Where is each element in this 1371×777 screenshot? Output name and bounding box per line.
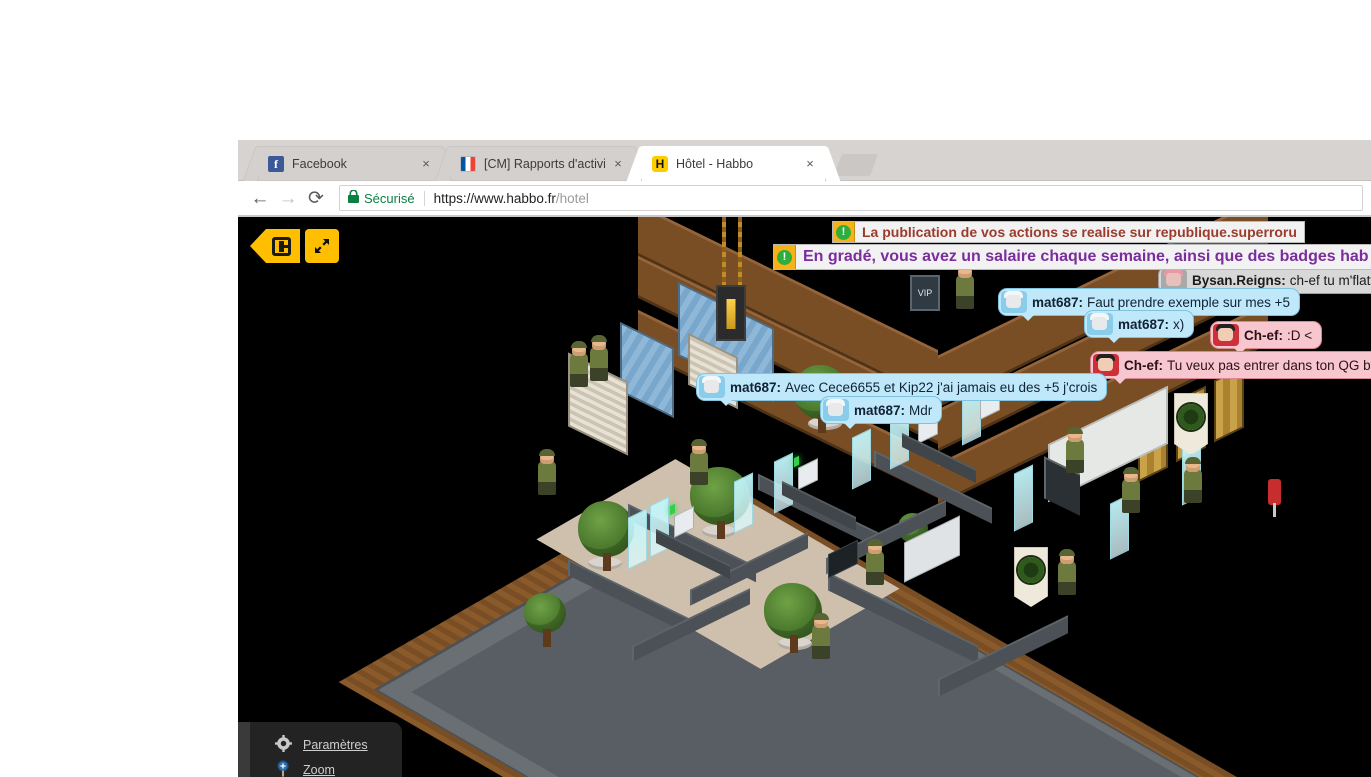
chat-username: mat687:	[730, 379, 782, 395]
avatar[interactable]	[1184, 457, 1202, 503]
browser-tab-strip: f Facebook × [CM] Rapports d'activités ×…	[238, 140, 1371, 181]
chat-message: Mdr	[909, 402, 933, 418]
chat-message: Tu veux pas entrer dans ton QG bysan	[1167, 357, 1371, 373]
chandelier-chain	[722, 217, 726, 287]
avatar[interactable]	[590, 335, 608, 381]
chat-username: Ch-ef:	[1244, 327, 1283, 343]
glass-divider	[650, 496, 669, 558]
avatar[interactable]	[1066, 427, 1084, 473]
tab-close-button[interactable]: ×	[609, 155, 627, 173]
computer-monitor	[798, 458, 818, 490]
chat-bubble[interactable]: mat687: Mdr	[820, 396, 943, 429]
avatar[interactable]	[956, 263, 974, 309]
avatar[interactable]	[1122, 467, 1140, 513]
habbo-room-controls	[250, 229, 339, 263]
chat-username: mat687:	[854, 402, 906, 418]
chat-message: ch-ef tu m'flatte	[1289, 272, 1371, 288]
orange-tree	[578, 501, 634, 571]
chat-message: x)	[1173, 316, 1185, 332]
habbo-h-icon	[271, 236, 291, 256]
room-notification-2: ! En gradé, vous avez un salaire chaque …	[773, 244, 1371, 270]
lock-icon	[348, 189, 359, 206]
tab-close-button[interactable]: ×	[417, 155, 435, 173]
menu-collapse-handle[interactable]: ‹	[238, 722, 250, 777]
clan-emblem	[1178, 403, 1204, 430]
menu-item-zoom[interactable]: Zoom	[250, 757, 402, 777]
habbo-icon: H	[652, 155, 668, 172]
chat-avatar	[1213, 324, 1239, 346]
glass-divider	[734, 472, 753, 534]
chat-message: Avec Cece6655 et Kip22 j'ai jamais eu de…	[785, 379, 1098, 395]
magnifier-plus-icon	[272, 759, 294, 777]
new-tab-button[interactable]	[833, 154, 879, 176]
browser-tab-habbo[interactable]: H Hôtel - Habbo ×	[642, 146, 825, 181]
expand-arrows-icon	[315, 239, 329, 253]
browser-toolbar: ← → ⟳ Sécurisé https://www.habbo.fr/hote…	[238, 181, 1371, 217]
chat-avatar	[1001, 291, 1027, 313]
french-flag-icon	[460, 155, 476, 172]
alert-icon: !	[774, 245, 796, 269]
lock-glyph	[348, 189, 359, 203]
chat-username: mat687:	[1118, 316, 1170, 332]
chat-username: mat687:	[1032, 294, 1084, 310]
url-path: /hotel	[555, 190, 589, 206]
forward-button[interactable]: →	[274, 184, 302, 212]
chat-username: Ch-ef:	[1124, 357, 1163, 373]
glass-divider	[628, 508, 647, 570]
habbo-game-viewport[interactable]: VIP ! La publication de vos actions se r…	[238, 217, 1371, 777]
trophy-display	[716, 285, 746, 341]
clan-banner	[1174, 393, 1208, 455]
url-text: https://www.habbo.fr	[433, 190, 556, 206]
menu-item-label: Paramètres	[303, 737, 368, 752]
tab-title: [CM] Rapports d'activités	[484, 156, 605, 171]
address-bar[interactable]: Sécurisé https://www.habbo.fr/hotel	[339, 185, 1363, 211]
alert-icon: !	[833, 222, 855, 242]
avatar[interactable]	[690, 439, 708, 485]
chat-bubble[interactable]: mat687: x)	[1084, 310, 1195, 343]
reload-button[interactable]: ⟳	[302, 184, 330, 212]
room-context-menu: Paramètres Zoom	[250, 722, 402, 777]
avatar[interactable]	[538, 449, 556, 495]
menu-item-parametres[interactable]: Paramètres	[250, 732, 402, 757]
room-notification-1: ! La publication de vos actions se reali…	[832, 221, 1305, 243]
tab-title: Hôtel - Habbo	[676, 156, 754, 171]
notification-text: En gradé, vous avez un salaire chaque se…	[803, 248, 1369, 265]
computer-led	[794, 455, 799, 468]
avatar[interactable]	[1058, 549, 1076, 595]
facebook-icon: f	[268, 155, 284, 172]
fullscreen-button[interactable]	[305, 229, 339, 263]
browser-window: f Facebook × [CM] Rapports d'activités ×…	[238, 140, 1371, 777]
screenshot-root: f Facebook × [CM] Rapports d'activités ×…	[0, 0, 1371, 777]
chat-avatar	[699, 376, 725, 398]
notification-text: La publication de vos actions se realise…	[862, 224, 1297, 240]
red-lamp	[1268, 479, 1281, 517]
vip-sign: VIP	[910, 275, 940, 311]
habbo-home-button[interactable]	[250, 229, 300, 263]
chat-bubble[interactable]: Ch-ef: Tu veux pas entrer dans ton QG by…	[1090, 351, 1371, 384]
glass-divider	[852, 428, 871, 490]
chat-bubble[interactable]: Ch-ef: :D <	[1210, 321, 1323, 354]
chat-username: Bysan.Reigns:	[1192, 272, 1286, 288]
avatar[interactable]	[570, 341, 588, 387]
security-status-label: Sécurisé	[364, 190, 415, 206]
browser-tab-rapports[interactable]: [CM] Rapports d'activités ×	[450, 146, 633, 181]
glass-divider	[1014, 464, 1033, 532]
chat-message: :D <	[1287, 327, 1313, 343]
tab-title: Facebook	[292, 156, 347, 171]
chat-avatar	[823, 399, 849, 421]
avatar[interactable]	[866, 539, 884, 585]
chat-avatar	[1087, 313, 1113, 335]
clan-banner	[1014, 547, 1048, 607]
menu-item-label: Zoom	[303, 762, 335, 777]
back-button[interactable]: ←	[246, 184, 274, 212]
clan-emblem	[1018, 557, 1044, 584]
chandelier-chain	[738, 217, 742, 287]
omnibox-divider	[423, 190, 425, 206]
orange-tree	[524, 593, 566, 647]
chat-message: Faut prendre exemple sur mes +5	[1087, 294, 1291, 310]
gear-icon	[272, 734, 294, 755]
browser-tab-facebook[interactable]: f Facebook ×	[258, 146, 441, 181]
tab-close-button[interactable]: ×	[801, 155, 819, 173]
avatar[interactable]	[812, 613, 830, 659]
